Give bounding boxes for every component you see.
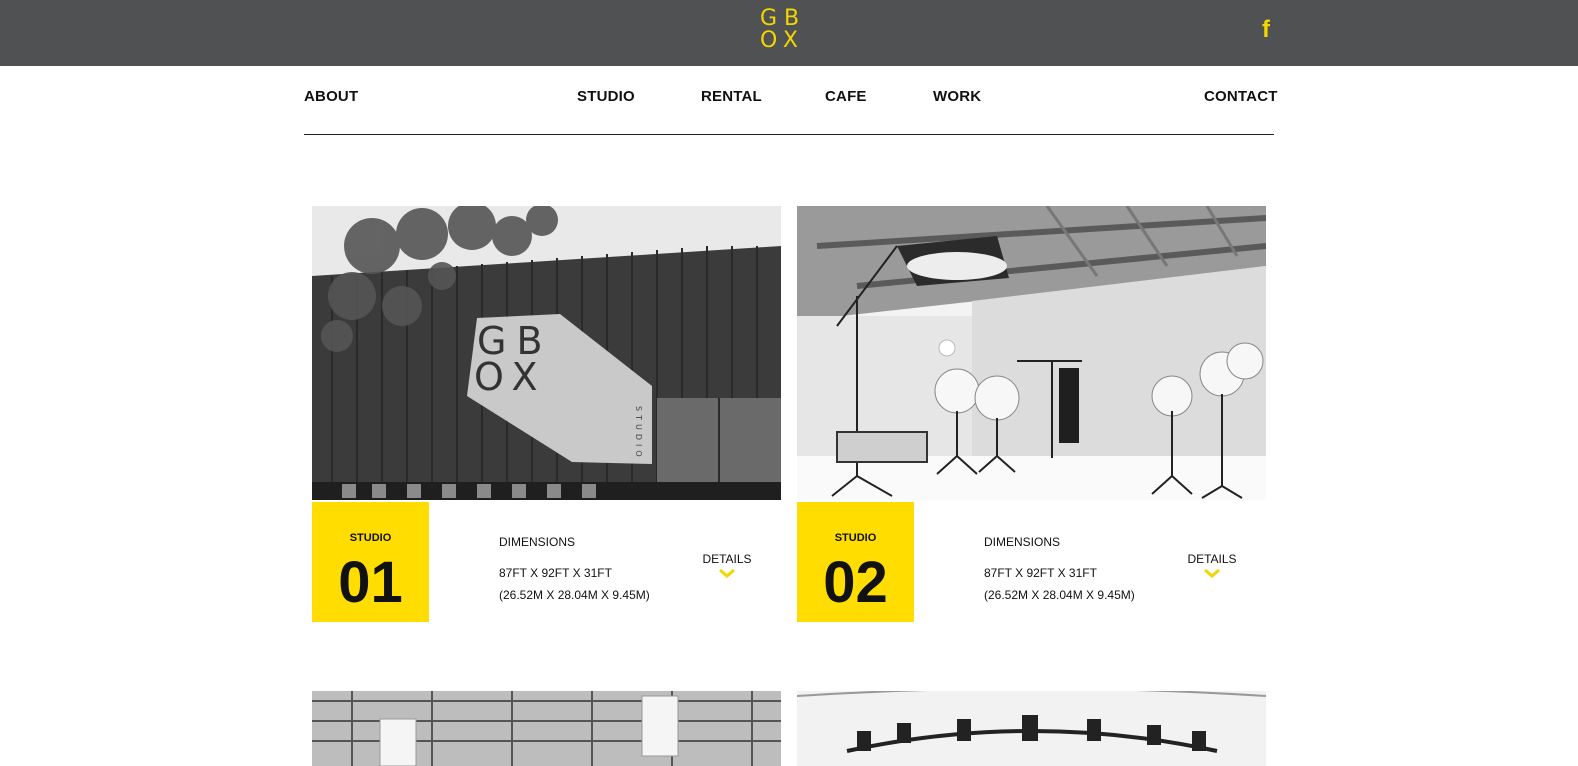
studio-01-details-label: DETAILS: [702, 552, 752, 566]
studio-01-dimensions-m: (26.52M X 28.04M X 9.45M): [499, 588, 650, 602]
nav-cafe[interactable]: CAFE: [825, 88, 867, 105]
studio-02-number: 02: [823, 550, 888, 615]
nav-about[interactable]: ABOUT: [304, 88, 358, 105]
studio-interior-image: [797, 206, 1266, 500]
sign-vertical: STUDIO: [634, 406, 643, 461]
studio-01-number: 01: [338, 550, 403, 615]
studio-02-dimensions-ft: 87FT X 92FT X 31FT: [984, 566, 1097, 580]
studio-02-details-label: DETAILS: [1187, 552, 1237, 566]
studio-03-photo[interactable]: [312, 691, 781, 766]
nav-rental[interactable]: RENTAL: [701, 88, 762, 105]
chevron-down-icon: [1204, 568, 1220, 578]
studio-01-dimensions-title: DIMENSIONS: [499, 535, 576, 549]
sign-line-2: OX: [474, 355, 548, 399]
studio-02-photo[interactable]: [797, 206, 1266, 500]
lighting-rig-image: [797, 691, 1266, 766]
nav-work[interactable]: WORK: [933, 88, 981, 105]
logo-line-2: OX: [760, 28, 805, 53]
studio-02-label: STUDIO: [834, 532, 877, 544]
studio-02-dimensions-m: (26.52M X 28.04M X 9.45M): [984, 588, 1135, 602]
studio-04-photo[interactable]: [797, 691, 1266, 766]
ceiling-grid-image: [312, 691, 781, 766]
gbox-logo[interactable]: GB OX: [760, 8, 806, 54]
studio-02-dimensions-title: DIMENSIONS: [984, 535, 1061, 549]
chevron-down-icon: [719, 568, 735, 578]
studio-01-details-button[interactable]: DETAILS: [692, 552, 762, 578]
studio-02-badge: STUDIO 02: [797, 502, 914, 622]
logo-line-1: GB: [760, 6, 807, 31]
top-bar: GB OX f: [0, 0, 1578, 66]
building-exterior-image: GB OX STUDIO: [312, 206, 781, 500]
studio-01-dimensions-ft: 87FT X 92FT X 31FT: [499, 566, 612, 580]
studio-01-photo[interactable]: GB OX STUDIO: [312, 206, 781, 500]
main-nav: ABOUT STUDIO RENTAL CAFE WORK CONTACT: [304, 88, 1277, 112]
studio-02-details-button[interactable]: DETAILS: [1177, 552, 1247, 578]
nav-divider: [304, 134, 1274, 135]
nav-studio[interactable]: STUDIO: [577, 88, 635, 105]
studio-01-badge: STUDIO 01: [312, 502, 429, 622]
studio-01-label: STUDIO: [349, 532, 392, 544]
nav-contact[interactable]: CONTACT: [1204, 88, 1278, 105]
facebook-icon[interactable]: f: [1262, 16, 1270, 44]
